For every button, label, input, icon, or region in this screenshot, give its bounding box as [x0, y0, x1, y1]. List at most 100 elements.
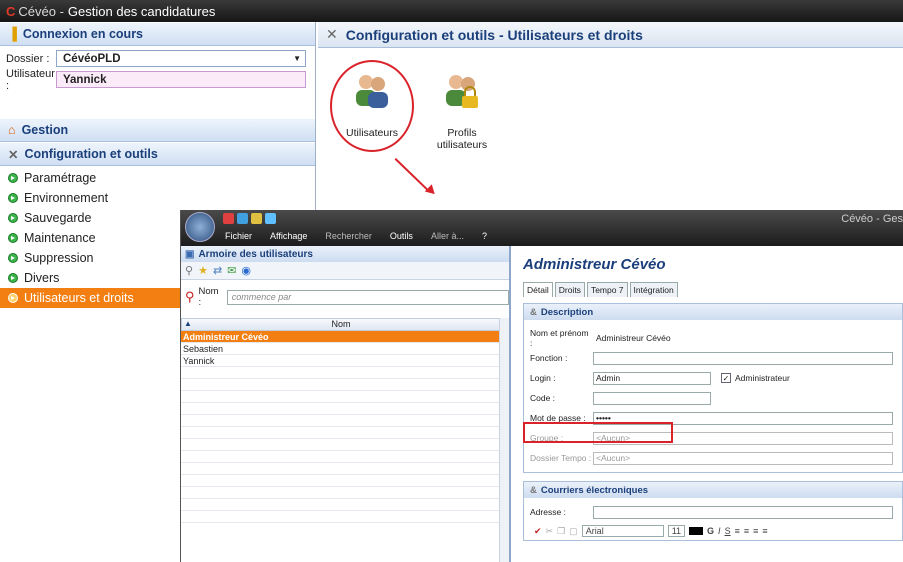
users-lock-icon — [446, 75, 478, 108]
copy-icon[interactable]: ❐ — [557, 526, 565, 537]
collapse-icon: & — [530, 306, 537, 318]
menu-affichage[interactable]: Affichage — [270, 231, 307, 241]
fonction-row: Fonction : — [524, 348, 902, 368]
mail-icon[interactable]: ✉ — [227, 264, 236, 277]
profils-label: Profils utilisateurs — [436, 127, 488, 151]
config-title: Configuration et outils — [24, 147, 158, 161]
app-logo-icon: C — [6, 3, 16, 19]
quick-icon[interactable] — [237, 213, 248, 224]
tab-tempo[interactable]: Tempo 7 — [586, 282, 628, 297]
gestion-header[interactable]: ⌂ Gestion — [0, 118, 315, 142]
dossier-dropdown[interactable]: CévéoPLD ▼ — [56, 50, 306, 67]
connexion-header[interactable]: ▐ Connexion en cours — [0, 22, 315, 46]
search-icon[interactable]: ⚲ — [185, 264, 193, 277]
table-row[interactable]: Administreur Cévéo — [181, 331, 501, 343]
users-pane-header: ▣ Armoire des utilisateurs — [181, 246, 509, 262]
nav-item-parametrage[interactable]: Paramétrage — [0, 168, 315, 188]
nav-item-utilisateurs[interactable]: Utilisateurs et droits — [0, 288, 182, 308]
code-row: Code : — [524, 388, 902, 408]
arrow-bullet-icon — [8, 213, 18, 223]
align-right-icon[interactable]: ≡ — [753, 526, 758, 536]
arrow-bullet-icon — [8, 273, 18, 283]
administrateur-checkbox[interactable]: ✓ — [721, 373, 731, 383]
cut-icon[interactable]: ✂ — [546, 526, 554, 537]
user-detail-pane: Administreur Cévéo Détail Droits Tempo 7… — [513, 246, 903, 562]
app-orb-icon[interactable] — [185, 212, 215, 242]
description-header[interactable]: & Description — [524, 304, 902, 320]
underline-icon[interactable]: S — [725, 526, 731, 536]
tab-integration[interactable]: Intégration — [629, 282, 678, 297]
empty-row — [181, 451, 501, 463]
name-search-input[interactable]: commence par — [226, 289, 509, 305]
cabinet-icon: ▣ — [185, 248, 195, 260]
nom-field[interactable]: Administreur Cévéo — [593, 331, 893, 345]
code-field[interactable] — [593, 391, 711, 405]
fonction-field[interactable] — [593, 351, 893, 365]
tab-droits[interactable]: Droits — [554, 282, 585, 297]
table-row[interactable]: Sebastien — [181, 343, 501, 355]
name-search-row: ⚲ Nom : commence par — [181, 286, 509, 308]
page-title: Configuration et outils - Utilisateurs e… — [345, 26, 643, 43]
password-highlight-box — [523, 422, 673, 443]
justify-icon[interactable]: ≡ — [762, 526, 767, 536]
spellcheck-icon[interactable]: ✔ — [534, 526, 542, 537]
empty-row — [181, 379, 501, 391]
table-row[interactable]: Yannick — [181, 355, 501, 367]
utilisateur-field[interactable]: Yannick — [56, 71, 306, 88]
nav-item-environnement[interactable]: Environnement — [0, 188, 315, 208]
users-list-pane: ▣ Armoire des utilisateurs ⚲ ★ ⇄ ✉ ◉ ⚲ N… — [181, 246, 511, 562]
font-select[interactable]: Arial — [581, 525, 664, 537]
login-row: Login : Admin ✓ Administrateur — [530, 371, 790, 385]
vertical-scrollbar[interactable] — [499, 318, 509, 562]
link-icon[interactable]: ⇄ — [213, 264, 222, 277]
sort-up-icon: ▲ — [184, 319, 192, 328]
empty-row — [181, 499, 501, 511]
administrateur-label: Administrateur — [735, 373, 790, 383]
empty-row — [181, 439, 501, 451]
dossier-tempo-field[interactable]: <Aucun> — [593, 451, 893, 465]
connexion-title: Connexion en cours — [22, 27, 144, 41]
menu-aller[interactable]: Aller à... — [431, 231, 464, 241]
menu-outils[interactable]: Outils — [390, 231, 413, 241]
menu-fichier[interactable]: Fichier — [225, 231, 252, 241]
title-bar: C Cévéo - Gestion des candidatures — [0, 0, 903, 22]
align-center-icon[interactable]: ≡ — [744, 526, 749, 536]
empty-row — [181, 511, 501, 523]
description-group: & Description Nom et prénom : Administre… — [523, 303, 903, 473]
detail-tabs: Détail Droits Tempo 7 Intégration — [513, 282, 903, 297]
tab-detail[interactable]: Détail — [523, 282, 553, 297]
config-header[interactable]: ✕ Configuration et outils — [0, 142, 315, 166]
arrow-bullet-icon — [8, 193, 18, 203]
quick-access-toolbar — [223, 213, 276, 224]
nom-row: Nom et prénom : Administreur Cévéo — [524, 328, 902, 348]
align-left-icon[interactable]: ≡ — [735, 526, 740, 536]
utilisateurs-button[interactable]: Utilisateurs — [340, 70, 404, 139]
main-header: ✕ Configuration et outils - Utilisateurs… — [318, 22, 903, 48]
menu-help[interactable]: ? — [482, 231, 487, 241]
adresse-field[interactable] — [593, 505, 893, 519]
profils-button[interactable]: Profils utilisateurs — [422, 70, 502, 151]
mail-header[interactable]: & Courriers électroniques — [524, 482, 902, 498]
quick-icon[interactable] — [251, 213, 262, 224]
bold-icon[interactable]: G — [707, 526, 714, 536]
login-field[interactable]: Admin — [593, 371, 711, 385]
users-toolbar: ⚲ ★ ⇄ ✉ ◉ — [181, 262, 509, 280]
users-icon — [356, 75, 388, 108]
info-icon: ▐ — [8, 27, 17, 41]
menu-rechercher[interactable]: Rechercher — [325, 231, 372, 241]
utilisateurs-label: Utilisateurs — [346, 127, 398, 139]
paste-icon[interactable]: ▢ — [569, 526, 578, 537]
column-header-nom[interactable]: ▲ Nom — [181, 318, 501, 331]
main-panel: ✕ Configuration et outils - Utilisateurs… — [318, 22, 903, 210]
users-grid: ▲ Nom Administreur Cévéo Sebastien Yanni… — [181, 318, 501, 562]
utilisateur-row: Utilisateur : Yannick — [0, 68, 315, 92]
quick-icon[interactable] — [223, 213, 234, 224]
italic-icon[interactable]: I — [718, 526, 721, 536]
inset-window: Fichier Affichage Rechercher Outils Alle… — [180, 210, 903, 562]
quick-icon[interactable] — [265, 213, 276, 224]
empty-row — [181, 487, 501, 499]
size-select[interactable]: 11 — [667, 525, 686, 537]
star-icon[interactable]: ★ — [198, 264, 208, 277]
browser-icon[interactable]: ◉ — [241, 264, 251, 277]
color-swatch[interactable] — [689, 527, 704, 535]
